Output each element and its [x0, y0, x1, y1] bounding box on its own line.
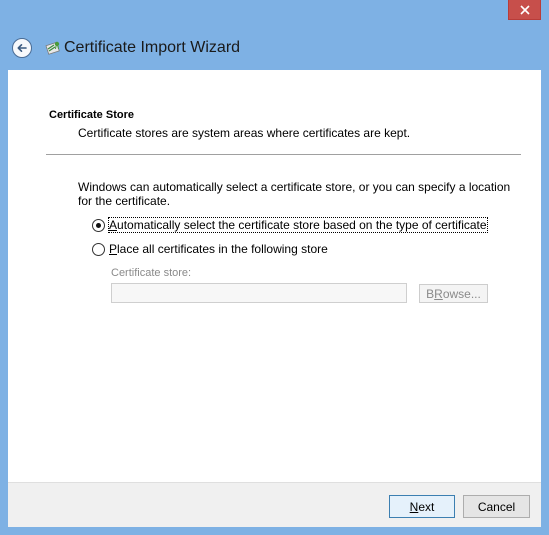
manual-store-label[interactable]: Place all certificates in the following …: [109, 242, 328, 256]
back-arrow-icon: [17, 44, 27, 52]
auto-select-radio[interactable]: [92, 218, 105, 232]
cancel-button[interactable]: Cancel: [463, 495, 530, 518]
next-text: ext: [418, 499, 435, 514]
auto-select-mnemonic: A: [109, 218, 118, 232]
certificate-store-input[interactable]: [111, 283, 407, 303]
auto-select-label[interactable]: Automatically select the certificate sto…: [108, 217, 488, 233]
page-heading: Certificate Store: [49, 109, 134, 121]
browse-mnemonic: R: [434, 286, 443, 301]
auto-select-text: utomatically select the certificate stor…: [117, 218, 487, 232]
close-button[interactable]: [508, 0, 541, 20]
browse-text: owse...: [442, 286, 481, 301]
info-text: Windows can automatically select a certi…: [78, 180, 511, 208]
close-icon: [519, 4, 530, 15]
wizard-title: Certificate Import Wizard: [64, 39, 241, 56]
manual-store-radio[interactable]: [92, 242, 105, 256]
wizard-window: Certificate Import Wizard Certificate St…: [0, 0, 549, 535]
browse-prefix: B: [426, 286, 435, 301]
manual-store-mnemonic: P: [109, 242, 118, 256]
manual-store-option[interactable]: Place all certificates in the following …: [92, 241, 328, 257]
next-mnemonic: N: [409, 499, 419, 514]
next-button[interactable]: Next: [389, 495, 455, 518]
browse-button[interactable]: B Rowse...: [419, 284, 488, 303]
manual-store-text: lace all certificates in the following s…: [117, 242, 328, 256]
page-description: Certificate stores are system areas wher…: [78, 126, 411, 140]
header-divider: [46, 154, 521, 155]
certificate-store-label: Certificate store:: [111, 267, 192, 279]
back-button[interactable]: [12, 38, 32, 58]
certificate-wizard-icon: [45, 41, 60, 55]
auto-select-option[interactable]: Automatically select the certificate sto…: [92, 217, 488, 233]
wizard-footer: [8, 482, 541, 527]
